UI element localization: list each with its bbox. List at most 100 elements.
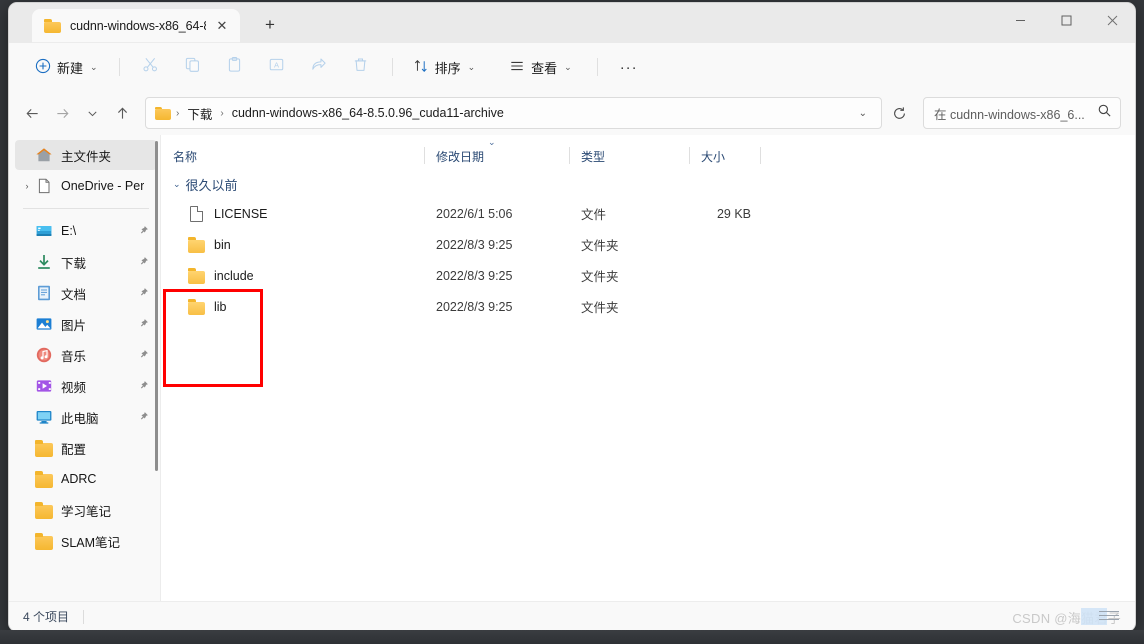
cell-name: bin <box>161 229 424 260</box>
chevron-right-icon[interactable]: › <box>19 181 35 191</box>
pin-icon[interactable] <box>138 256 149 267</box>
view-button[interactable]: 查看 ⌄ <box>500 51 581 83</box>
cell-name: include <box>161 260 424 291</box>
sidebar-item-label: 此电脑 <box>61 411 99 426</box>
sort-indicator-icon: ⌄ <box>488 137 496 147</box>
scissors-icon <box>142 56 159 78</box>
status-divider <box>83 609 85 624</box>
cut-button[interactable] <box>131 51 171 83</box>
sidebar-item-0[interactable]: 主文件夹 <box>15 140 157 170</box>
new-tab-button[interactable]: + <box>254 9 286 41</box>
cell-size <box>689 291 761 322</box>
refresh-button[interactable] <box>884 98 914 128</box>
toolbar-divider-2 <box>391 58 393 76</box>
table-row[interactable]: LICENSE 2022/6/1 5:06 文件 29 KB <box>161 198 1135 229</box>
file-name-label: LICENSE <box>214 206 268 221</box>
close-window-button[interactable] <box>1089 3 1135 37</box>
breadcrumb-item-0[interactable]: 下载 <box>182 101 217 126</box>
breadcrumb-dropdown-icon[interactable]: ⌄ <box>851 108 875 119</box>
breadcrumb-item-1[interactable]: cudnn-windows-x86_64-8.5.0.96_cuda11-arc… <box>227 103 509 123</box>
column-header-type[interactable]: 类型 <box>569 141 689 171</box>
cell-date: 2022/8/3 9:25 <box>424 229 569 260</box>
sidebar-item-2[interactable]: E:\ <box>15 216 157 246</box>
sort-button[interactable]: 排序 ⌄ <box>404 51 485 83</box>
rename-button[interactable]: A <box>257 51 297 83</box>
sidebar-item-7[interactable]: 视频 <box>15 371 157 401</box>
search-icon[interactable] <box>1097 103 1112 123</box>
sidebar-item-11[interactable]: 学习笔记 <box>15 495 157 525</box>
cell-size <box>689 229 761 260</box>
sidebar-item-label: 文档 <box>61 287 87 302</box>
table-row[interactable]: bin 2022/8/3 9:25 文件夹 <box>161 229 1135 260</box>
sidebar-item-3[interactable]: 下载 <box>15 247 157 277</box>
new-button[interactable]: 新建 ⌄ <box>25 51 108 83</box>
column-header-date[interactable]: 修改日期 ⌄ <box>424 137 569 171</box>
maximize-button[interactable] <box>1043 3 1089 37</box>
folder-icon <box>188 299 205 315</box>
paste-icon <box>226 56 243 78</box>
up-button[interactable] <box>107 98 137 128</box>
close-icon[interactable]: ✕ <box>210 14 234 38</box>
pin-icon[interactable] <box>138 411 149 422</box>
sidebar-item-8[interactable]: 此电脑 <box>15 402 157 432</box>
pin-icon[interactable] <box>138 380 149 391</box>
group-header[interactable]: ⌄ 很久以前 <box>161 171 1135 198</box>
sidebar-item-6[interactable]: 音乐 <box>15 340 157 370</box>
table-row[interactable]: include 2022/8/3 9:25 文件夹 <box>161 260 1135 291</box>
cell-size <box>689 260 761 291</box>
sidebar-item-12[interactable]: SLAM笔记 <box>15 526 157 556</box>
cell-date-label: 2022/8/3 9:25 <box>436 299 513 314</box>
more-options-button[interactable]: ··· <box>609 51 649 83</box>
chevron-down-icon: ⌄ <box>564 61 572 72</box>
minimize-button[interactable] <box>997 3 1043 37</box>
tab-active[interactable]: cudnn-windows-x86_64-8.5.0. ✕ <box>32 9 240 43</box>
column-header-size-label: 大小 <box>701 149 726 164</box>
table-row[interactable]: lib 2022/8/3 9:25 文件夹 <box>161 291 1135 322</box>
back-button[interactable] <box>17 98 47 128</box>
explorer-body: 主文件夹 › OneDrive - Per E:\ 下载文档图片 音乐 视频此电脑配置 ADR… <box>9 135 1135 601</box>
sidebar-item-label: 下载 <box>61 256 87 271</box>
column-header-name[interactable]: 名称 <box>161 141 424 171</box>
cell-date-label: 2022/6/1 5:06 <box>436 206 513 221</box>
this-pc-icon <box>35 408 53 426</box>
cell-type: 文件夹 <box>569 229 689 260</box>
pin-icon[interactable] <box>138 318 149 329</box>
videos-icon <box>35 377 53 395</box>
sort-button-label: 排序 <box>434 60 461 76</box>
sidebar-item-10[interactable]: ADRC <box>15 464 157 494</box>
sidebar-item-label: 配置 <box>61 442 87 457</box>
watermark-overlay-lines <box>1099 611 1119 623</box>
forward-button[interactable] <box>47 98 77 128</box>
sidebar-item-4[interactable]: 文档 <box>15 278 157 308</box>
folder-icon <box>188 237 205 253</box>
pin-icon[interactable] <box>138 349 149 360</box>
pin-icon[interactable] <box>138 225 149 236</box>
sidebar-item-1[interactable]: › OneDrive - Per <box>15 171 157 201</box>
sidebar-item-label: OneDrive - Per <box>61 179 145 193</box>
cell-type-label: 文件夹 <box>581 270 619 284</box>
paste-button[interactable] <box>215 51 255 83</box>
folder-icon <box>35 470 53 488</box>
pin-icon[interactable] <box>138 287 149 298</box>
sidebar-scrollbar[interactable] <box>155 141 158 471</box>
tab-label: cudnn-windows-x86_64-8.5.0. <box>70 19 206 33</box>
breadcrumb[interactable]: › 下载 › cudnn-windows-x86_64-8.5.0.96_cud… <box>145 97 882 129</box>
cell-size: 29 KB <box>689 198 761 229</box>
cell-date: 2022/8/3 9:25 <box>424 260 569 291</box>
search-input[interactable]: 在 cudnn-windows-x86_6... <box>923 97 1121 129</box>
sidebar-item-5[interactable]: 图片 <box>15 309 157 339</box>
sidebar-item-9[interactable]: 配置 <box>15 433 157 463</box>
cell-date: 2022/8/3 9:25 <box>424 291 569 322</box>
cell-type-label: 文件夹 <box>581 301 619 315</box>
cell-date-label: 2022/8/3 9:25 <box>436 268 513 283</box>
folder-icon <box>188 268 205 284</box>
column-header-size[interactable]: 大小 <box>689 141 761 171</box>
chevron-down-icon[interactable]: ⌄ <box>173 179 181 190</box>
copy-button[interactable] <box>173 51 213 83</box>
plus-circle-icon <box>35 58 51 77</box>
delete-button[interactable] <box>341 51 381 83</box>
folder-icon <box>35 439 53 457</box>
share-button[interactable] <box>299 51 339 83</box>
recent-locations-button[interactable] <box>77 98 107 128</box>
cell-name: LICENSE <box>161 198 424 229</box>
